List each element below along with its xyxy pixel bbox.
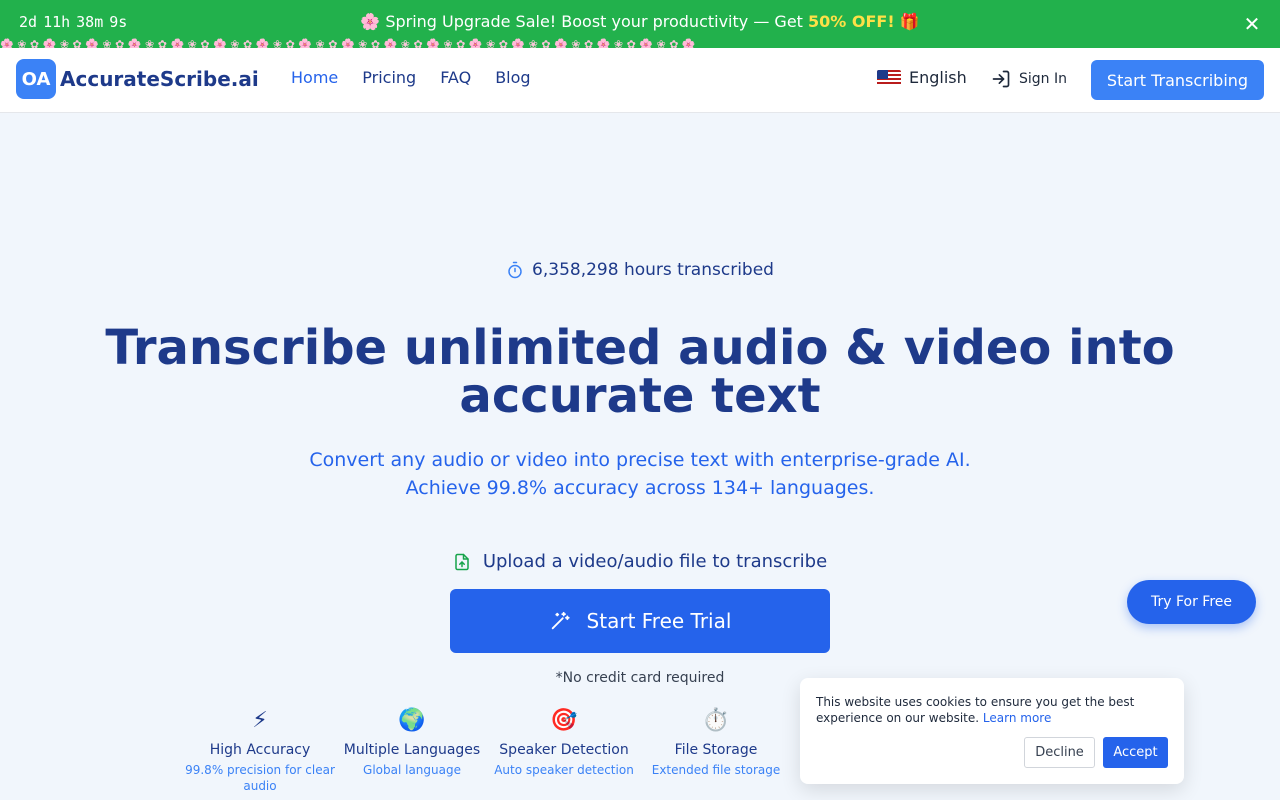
subhead-line-2: Achieve 99.8% accuracy across 134+ langu… <box>405 477 875 499</box>
decline-button[interactable]: Decline <box>1024 737 1095 768</box>
feature-speaker-detection: 🎯 Speaker Detection Auto speaker detecti… <box>488 706 640 794</box>
nav-pricing[interactable]: Pricing <box>362 68 416 87</box>
sign-in-icon <box>992 70 1010 88</box>
feature-title: Speaker Detection <box>499 742 629 758</box>
logo-icon: OA <box>16 59 56 99</box>
trial-label: Start Free Trial <box>586 609 732 633</box>
promo-discount: 50% OFF! <box>808 12 895 31</box>
feature-desc: Global language <box>363 763 461 777</box>
sign-in-link[interactable]: Sign In <box>991 69 1067 89</box>
feature-list: ⚡ High Accuracy 99.8% precision for clea… <box>184 706 792 794</box>
promo-text: Spring Upgrade Sale! Boost your producti… <box>385 12 803 31</box>
learn-more-link[interactable]: Learn more <box>983 711 1051 725</box>
decoration-strip: 🌸 ❀ ✿ 🌸 ❀ ✿ 🌸 ❀ ✿ 🌸 ❀ ✿ 🌸 ❀ ✿ 🌸 ❀ ✿ 🌸 ❀ … <box>0 38 696 48</box>
upload-label: Upload a video/audio file to transcribe <box>482 551 828 572</box>
promo-banner: 2d 11h 38m 9s 🌸 Spring Upgrade Sale! Boo… <box>0 0 1280 48</box>
try-for-free-button[interactable]: Try For Free <box>1127 580 1256 624</box>
blossom-icon: 🌸 <box>360 12 381 31</box>
cookie-actions: Decline Accept <box>1024 737 1168 768</box>
magic-wand-icon <box>551 611 570 630</box>
feature-title: High Accuracy <box>209 742 311 758</box>
hours-transcribed-stat: 6,358,298 hours transcribed <box>0 260 1280 280</box>
us-flag-icon <box>877 69 901 86</box>
upload-prompt[interactable]: Upload a video/audio file to transcribe <box>0 551 1280 572</box>
main-nav: Home Pricing FAQ Blog <box>291 68 531 87</box>
start-free-trial-button[interactable]: Start Free Trial <box>450 589 830 653</box>
stat-text: 6,358,298 hours transcribed <box>532 260 774 280</box>
target-icon: 🎯 <box>550 708 578 733</box>
hero-subheading: Convert any audio or video into precise … <box>240 446 1040 502</box>
feature-desc: Auto speaker detection <box>494 763 634 777</box>
language-label: English <box>909 68 967 87</box>
start-transcribing-button[interactable]: Start Transcribing <box>1091 60 1264 100</box>
feature-title: File Storage <box>674 742 758 758</box>
page-title: Transcribe unlimited audio & video into … <box>105 320 1175 424</box>
file-upload-icon <box>455 553 469 570</box>
gift-icon: 🎁 <box>899 12 920 31</box>
feature-high-accuracy: ⚡ High Accuracy 99.8% precision for clea… <box>184 706 336 794</box>
logo[interactable]: OA AccurateScribe.ai <box>16 59 259 99</box>
site-header: OA AccurateScribe.ai Home Pricing FAQ Bl… <box>0 48 1280 113</box>
stopwatch-icon: ⏱️ <box>702 708 730 733</box>
nav-blog[interactable]: Blog <box>495 68 530 87</box>
logo-text: AccurateScribe.ai <box>60 67 259 91</box>
nav-faq[interactable]: FAQ <box>440 68 471 87</box>
nav-home[interactable]: Home <box>291 68 338 87</box>
feature-desc: Extended file storage <box>651 763 781 777</box>
sign-in-label: Sign In <box>1019 71 1067 87</box>
accept-button[interactable]: Accept <box>1103 737 1168 768</box>
lightning-icon: ⚡ <box>252 708 268 733</box>
language-selector[interactable]: English <box>877 68 967 87</box>
close-icon[interactable]: ✕ <box>1240 12 1264 36</box>
cookie-message: This website uses cookies to ensure you … <box>816 694 1168 726</box>
stopwatch-icon <box>508 261 522 279</box>
promo-message: 🌸 Spring Upgrade Sale! Boost your produc… <box>0 12 1280 31</box>
feature-desc: 99.8% precision for clear audio <box>185 763 335 793</box>
feature-multiple-languages: 🌍 Multiple Languages Global language <box>336 706 488 794</box>
feature-title: Multiple Languages <box>343 742 481 758</box>
subhead-line-1: Convert any audio or video into precise … <box>309 449 971 471</box>
globe-icon: 🌍 <box>398 708 426 733</box>
feature-file-storage: ⏱️ File Storage Extended file storage <box>640 706 792 794</box>
cookie-banner: This website uses cookies to ensure you … <box>800 678 1184 784</box>
cookie-text: This website uses cookies to ensure you … <box>816 695 1135 725</box>
